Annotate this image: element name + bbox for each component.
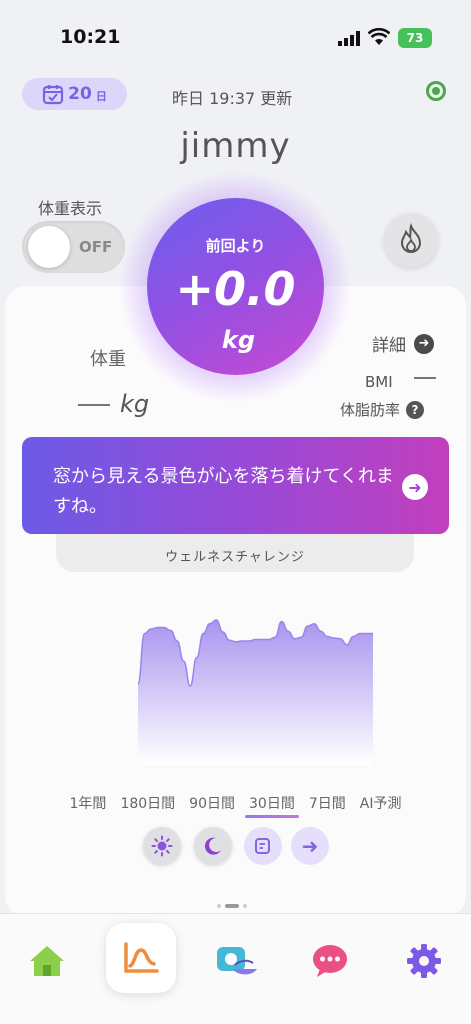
nav-chat[interactable] [306, 937, 354, 985]
day-count: 20 [68, 84, 92, 104]
toggle-state: OFF [79, 238, 113, 256]
meal-camera-icon [217, 947, 257, 975]
note-icon [255, 838, 270, 854]
home-icon [30, 946, 64, 976]
chart-icon [124, 942, 159, 973]
toggle-knob [28, 226, 70, 268]
status-time: 10:21 [60, 26, 121, 48]
page-dot-active [225, 904, 239, 908]
nav-chart[interactable] [106, 923, 176, 993]
chat-icon [313, 945, 347, 977]
cellular-signal-icon [338, 31, 360, 46]
nav-meal-camera[interactable] [213, 937, 261, 985]
help-icon[interactable]: ? [406, 400, 425, 419]
flame-icon [400, 223, 422, 253]
settings-icon [407, 944, 441, 978]
bmi-label: BMI [365, 373, 393, 391]
range-tabs: 1年間 180日間 90日間 30日間 7日間 AI予測 [0, 793, 471, 818]
target-icon[interactable] [426, 81, 446, 101]
change-label: 前回より [205, 237, 266, 255]
arrow-right-button[interactable]: ➜ [291, 827, 329, 865]
page-dot [217, 904, 221, 908]
arrow-right-icon: ➜ [301, 834, 319, 858]
wifi-icon [368, 28, 390, 45]
day-count-badge[interactable]: 20 日 [22, 78, 127, 110]
range-tab[interactable]: AI予測 [353, 793, 409, 813]
weight-display-toggle[interactable]: OFF [22, 221, 125, 273]
weight-empty-dash [78, 404, 110, 406]
day-unit: 日 [95, 89, 107, 103]
change-unit: kg [221, 326, 256, 354]
arrow-right-icon: ➜ [414, 333, 434, 354]
banner-message: 窓から見える景色が心を落ち着けてくれますね。 [53, 466, 394, 517]
sun-button[interactable] [143, 827, 181, 865]
nav-home[interactable] [23, 937, 71, 985]
message-banner[interactable]: 窓から見える景色が心を落ち着けてくれますね。 [22, 437, 449, 534]
detail-link[interactable]: 詳細 ➜ [372, 331, 434, 356]
nav-settings[interactable] [400, 937, 448, 985]
body-fat-label: 体脂肪率 [340, 401, 401, 419]
change-value: +0.0 [175, 262, 296, 316]
username: jimmy [180, 126, 291, 166]
note-button[interactable] [244, 827, 282, 865]
body-fat-row: 体脂肪率 ? [340, 399, 425, 420]
wellness-challenge-tab[interactable]: ウェルネスチャレンジ [56, 534, 414, 572]
page-indicator [217, 904, 247, 908]
weight-label: 体重 [90, 349, 126, 370]
weight-change-circle[interactable]: 前回より +0.0 kg [147, 198, 324, 375]
sun-icon [151, 835, 173, 857]
battery-indicator: 73 [398, 28, 432, 48]
weight-unit: kg [120, 390, 150, 418]
range-tab[interactable]: 180日間 [113, 793, 182, 813]
flame-button[interactable] [384, 213, 438, 267]
range-tab[interactable]: 7日間 [302, 793, 353, 813]
chart-area [138, 620, 373, 765]
last-updated: 昨日 19:37 更新 [172, 89, 293, 108]
range-tab[interactable]: 1年間 [63, 793, 114, 813]
bmi-empty-dash [414, 377, 436, 379]
page-dot [243, 904, 247, 908]
range-tab[interactable]: 30日間 [242, 793, 302, 818]
weight-value: kg [78, 390, 149, 418]
weight-chart [137, 619, 373, 765]
moon-button[interactable] [194, 827, 232, 865]
calendar-icon [43, 85, 64, 105]
moon-icon [204, 837, 221, 855]
range-tab[interactable]: 90日間 [182, 793, 242, 813]
arrow-right-icon[interactable]: ➜ [402, 474, 428, 500]
detail-label: 詳細 [372, 336, 406, 356]
weight-display-label: 体重表示 [38, 199, 103, 218]
